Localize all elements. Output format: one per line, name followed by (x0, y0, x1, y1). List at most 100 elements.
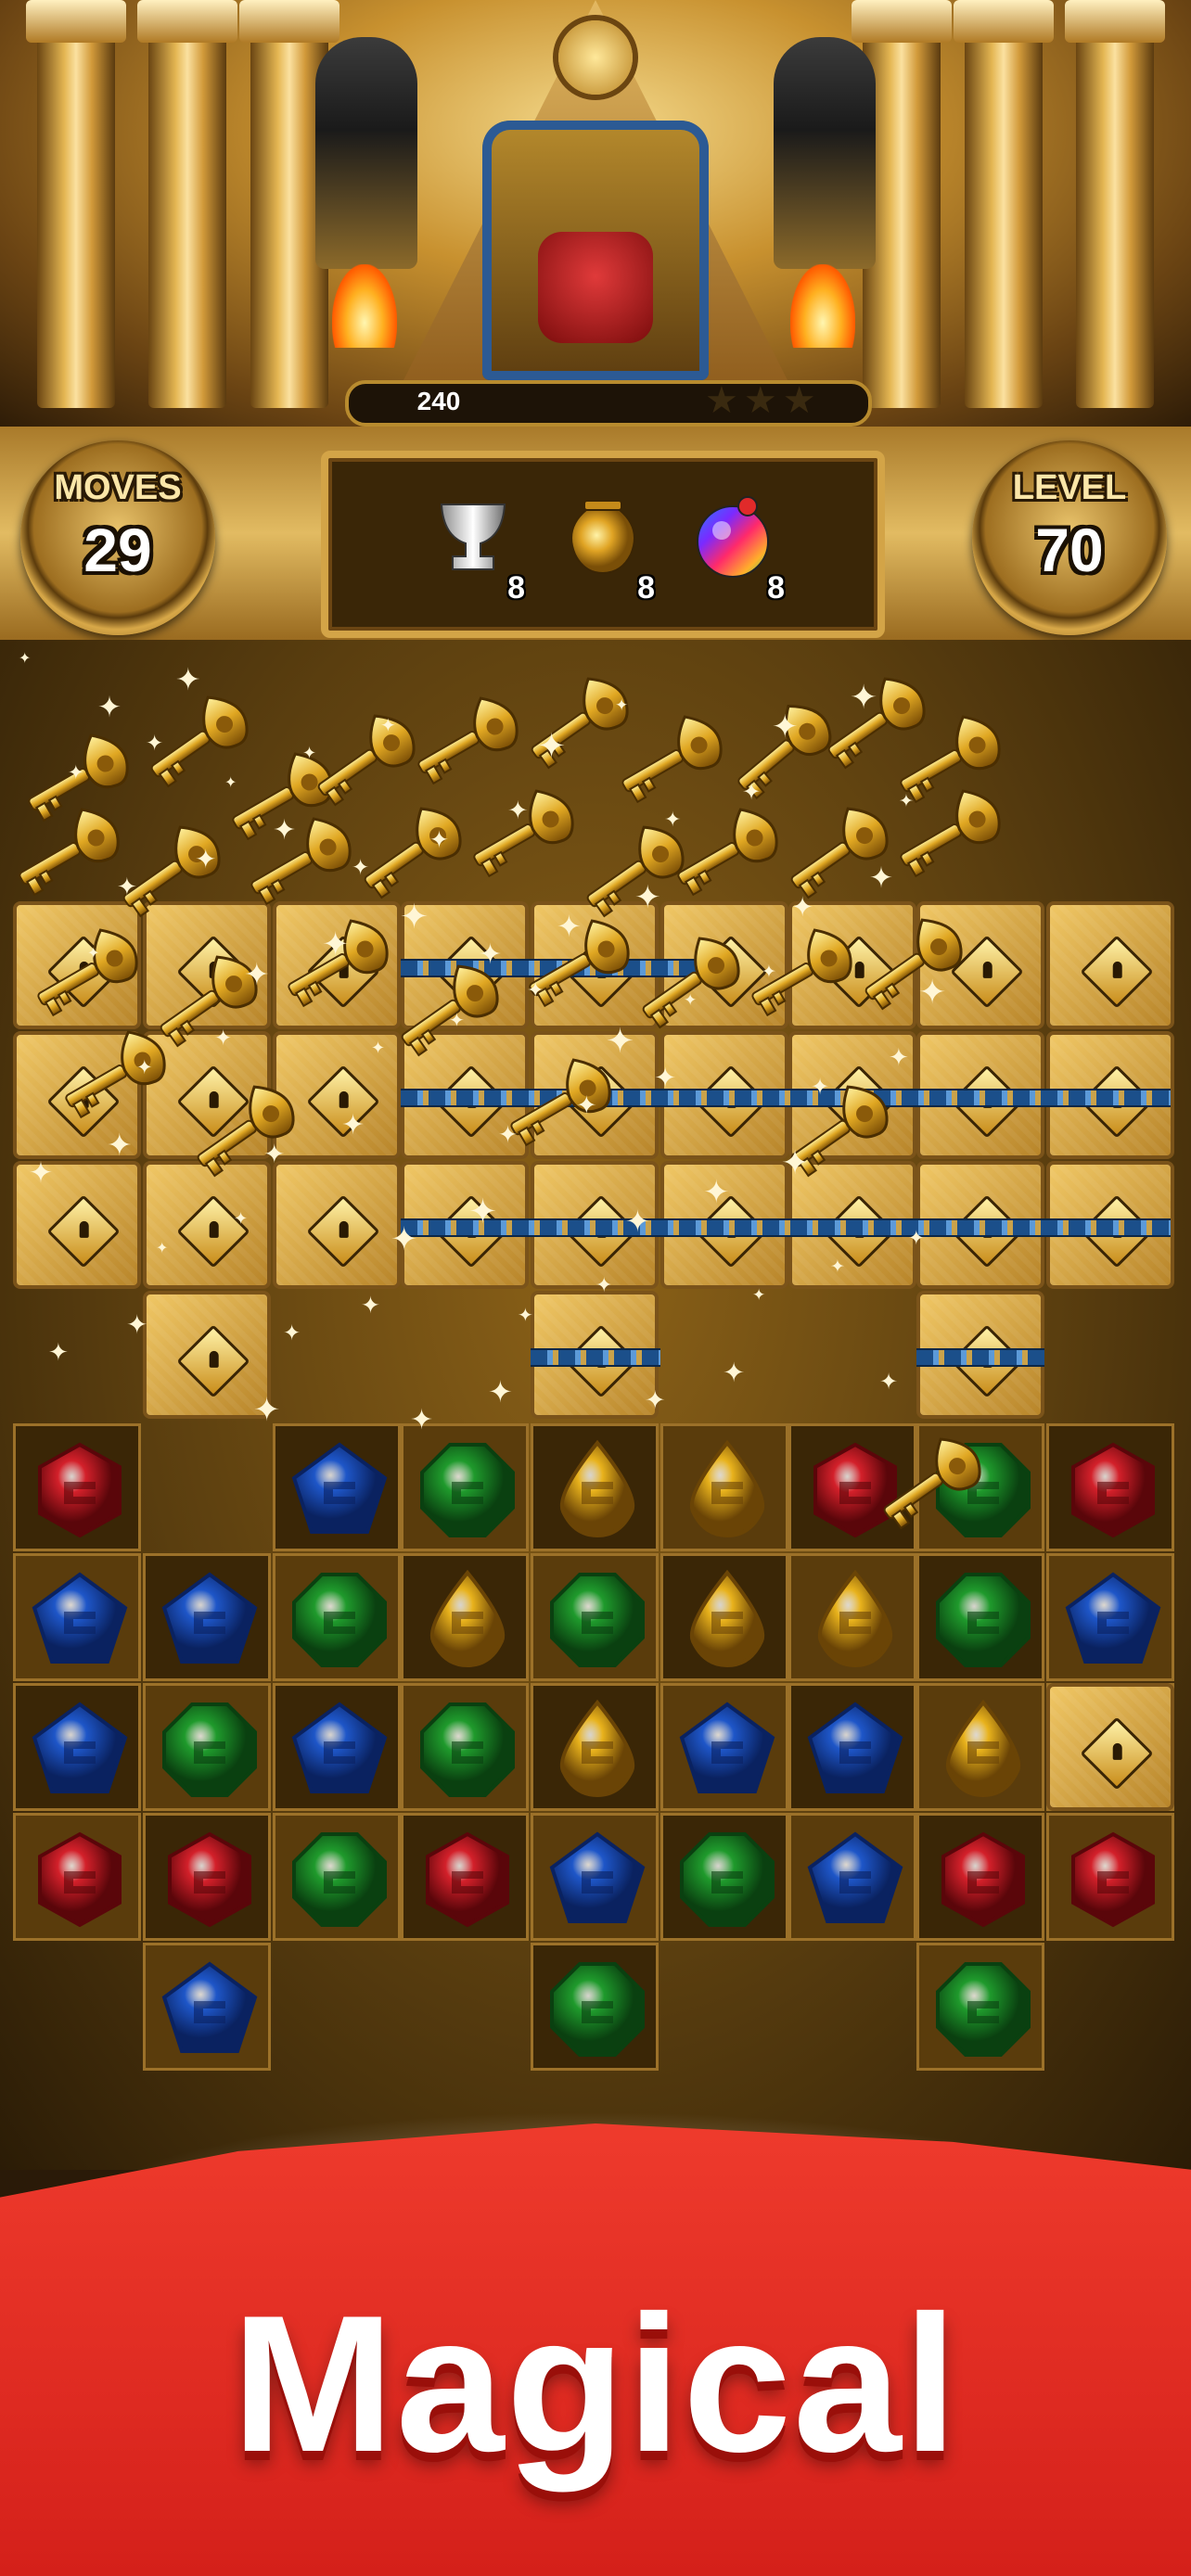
sparkle-icon: ✦ (752, 1286, 766, 1305)
sparkle-icon: ✦ (136, 1056, 153, 1078)
board-cell[interactable] (660, 1813, 788, 1941)
board-cell[interactable] (531, 1423, 659, 1551)
board-cell[interactable] (660, 1423, 788, 1551)
sparkle-icon: ✦ (762, 962, 776, 982)
red-gem-icon (941, 1831, 1025, 1928)
sparkle-icon: ✦ (156, 1239, 169, 1256)
sparkle-icon: ✦ (899, 791, 914, 811)
board-cell[interactable] (1046, 1813, 1174, 1941)
board-cell[interactable] (916, 1943, 1044, 2071)
sparkle-icon: ✦ (107, 1127, 133, 1163)
board-cell[interactable] (143, 1943, 271, 2071)
locked-stone-tile (1046, 1683, 1174, 1811)
board-cell[interactable] (916, 1553, 1044, 1681)
rope-barrier (401, 1218, 1171, 1237)
board-cell[interactable] (660, 1683, 788, 1811)
board-cell[interactable] (401, 1813, 529, 1941)
board-cell[interactable] (788, 1813, 916, 1941)
board-cell[interactable] (143, 1553, 271, 1681)
board-cell[interactable] (401, 1683, 529, 1811)
sparkle-icon: ✦ (723, 1357, 746, 1388)
board-cell[interactable] (531, 1943, 659, 2071)
goal-count: 8 (767, 570, 785, 606)
keyhole-lock-icon (176, 1194, 250, 1269)
locked-stone-tile[interactable] (273, 1161, 401, 1289)
board-cell[interactable] (143, 1813, 271, 1941)
sparkle-icon: ✦ (253, 1392, 281, 1429)
blue-gem-icon (807, 1702, 903, 1793)
sparkle-icon: ✦ (146, 732, 164, 756)
locked-stone-tile[interactable] (1046, 901, 1174, 1029)
board-cell[interactable] (273, 1553, 401, 1681)
sparkle-icon: ✦ (537, 726, 567, 766)
sparkle-icon: ✦ (195, 844, 217, 874)
board-cell[interactable] (531, 1683, 659, 1811)
board-cell[interactable] (13, 1423, 141, 1551)
sparkle-icon: ✦ (703, 1174, 730, 1211)
board-cell[interactable] (273, 1813, 401, 1941)
board-cell[interactable] (660, 1553, 788, 1681)
board-cell[interactable] (273, 1423, 401, 1551)
keyhole-lock-icon (306, 1194, 380, 1269)
sparkle-icon: ✦ (234, 1209, 249, 1229)
sparkle-icon: ✦ (869, 861, 893, 895)
yellow-gem-icon (689, 1439, 765, 1538)
sparkle-icon: ✦ (596, 1274, 613, 1297)
pillar (26, 0, 126, 408)
blue-gem-icon (679, 1702, 775, 1793)
sparkle-icon: ✦ (361, 1292, 380, 1319)
rainbow-orb-icon (697, 496, 769, 578)
green-gem-icon (292, 1573, 387, 1667)
board-cell[interactable] (1046, 1423, 1174, 1551)
golden-urn-icon (570, 500, 635, 575)
red-gem-icon (38, 1831, 122, 1928)
yellow-gem-icon (945, 1699, 1021, 1798)
green-gem-icon (936, 1962, 1031, 2057)
star-icon: ★ (743, 379, 783, 422)
board-cell[interactable] (13, 1683, 141, 1811)
sparkle-icon: ✦ (908, 1227, 925, 1249)
board-cell[interactable] (143, 1683, 271, 1811)
board-cell[interactable] (916, 1683, 1044, 1811)
board-cell[interactable] (13, 1553, 141, 1681)
sparkle-icon: ✦ (19, 649, 32, 667)
board-cell[interactable] (273, 1683, 401, 1811)
board-cell[interactable] (788, 1683, 916, 1811)
blue-gem-icon (32, 1572, 128, 1664)
board-cell[interactable] (788, 1553, 916, 1681)
sparkle-icon: ✦ (380, 714, 396, 736)
sparkle-icon: ✦ (576, 1091, 597, 1120)
pillar (1065, 0, 1165, 408)
sparkle-icon: ✦ (791, 891, 814, 923)
locked-stone-tile[interactable] (143, 1291, 271, 1419)
moves-value: 29 (83, 516, 152, 584)
sparkle-icon: ✦ (468, 1192, 498, 1231)
sparkle-icon: ✦ (507, 797, 529, 825)
board-cell[interactable] (1046, 1683, 1174, 1811)
board-cell[interactable] (916, 1813, 1044, 1941)
sparkle-icon: ✦ (488, 1374, 513, 1409)
star-icon: ★ (705, 379, 744, 422)
sparkle-icon: ✦ (742, 779, 762, 805)
sparkle-icon: ✦ (29, 1156, 53, 1190)
sparkle-icon: ✦ (518, 1304, 533, 1326)
board-cell[interactable] (531, 1813, 659, 1941)
board-cell[interactable] (401, 1423, 529, 1551)
board-cell[interactable] (13, 1813, 141, 1941)
goal-item: 8 (412, 491, 532, 612)
board-cell[interactable] (531, 1553, 659, 1681)
sparkle-icon: ✦ (781, 1144, 810, 1182)
sparkle-icon: ✦ (918, 974, 947, 1012)
green-gem-icon (680, 1832, 775, 1927)
banner-title: Magical (231, 2275, 960, 2493)
rope-barrier (916, 1348, 1044, 1367)
board-cell[interactable] (1046, 1553, 1174, 1681)
goal-count: 8 (637, 570, 655, 606)
sparkle-icon: ✦ (283, 1321, 301, 1345)
blue-gem-icon (161, 1572, 258, 1664)
green-gem-icon (292, 1832, 387, 1927)
sparkle-icon: ✦ (889, 1044, 909, 1072)
sparkle-icon: ✦ (68, 761, 84, 784)
board-cell[interactable] (401, 1553, 529, 1681)
sparkle-icon: ✦ (273, 814, 297, 847)
